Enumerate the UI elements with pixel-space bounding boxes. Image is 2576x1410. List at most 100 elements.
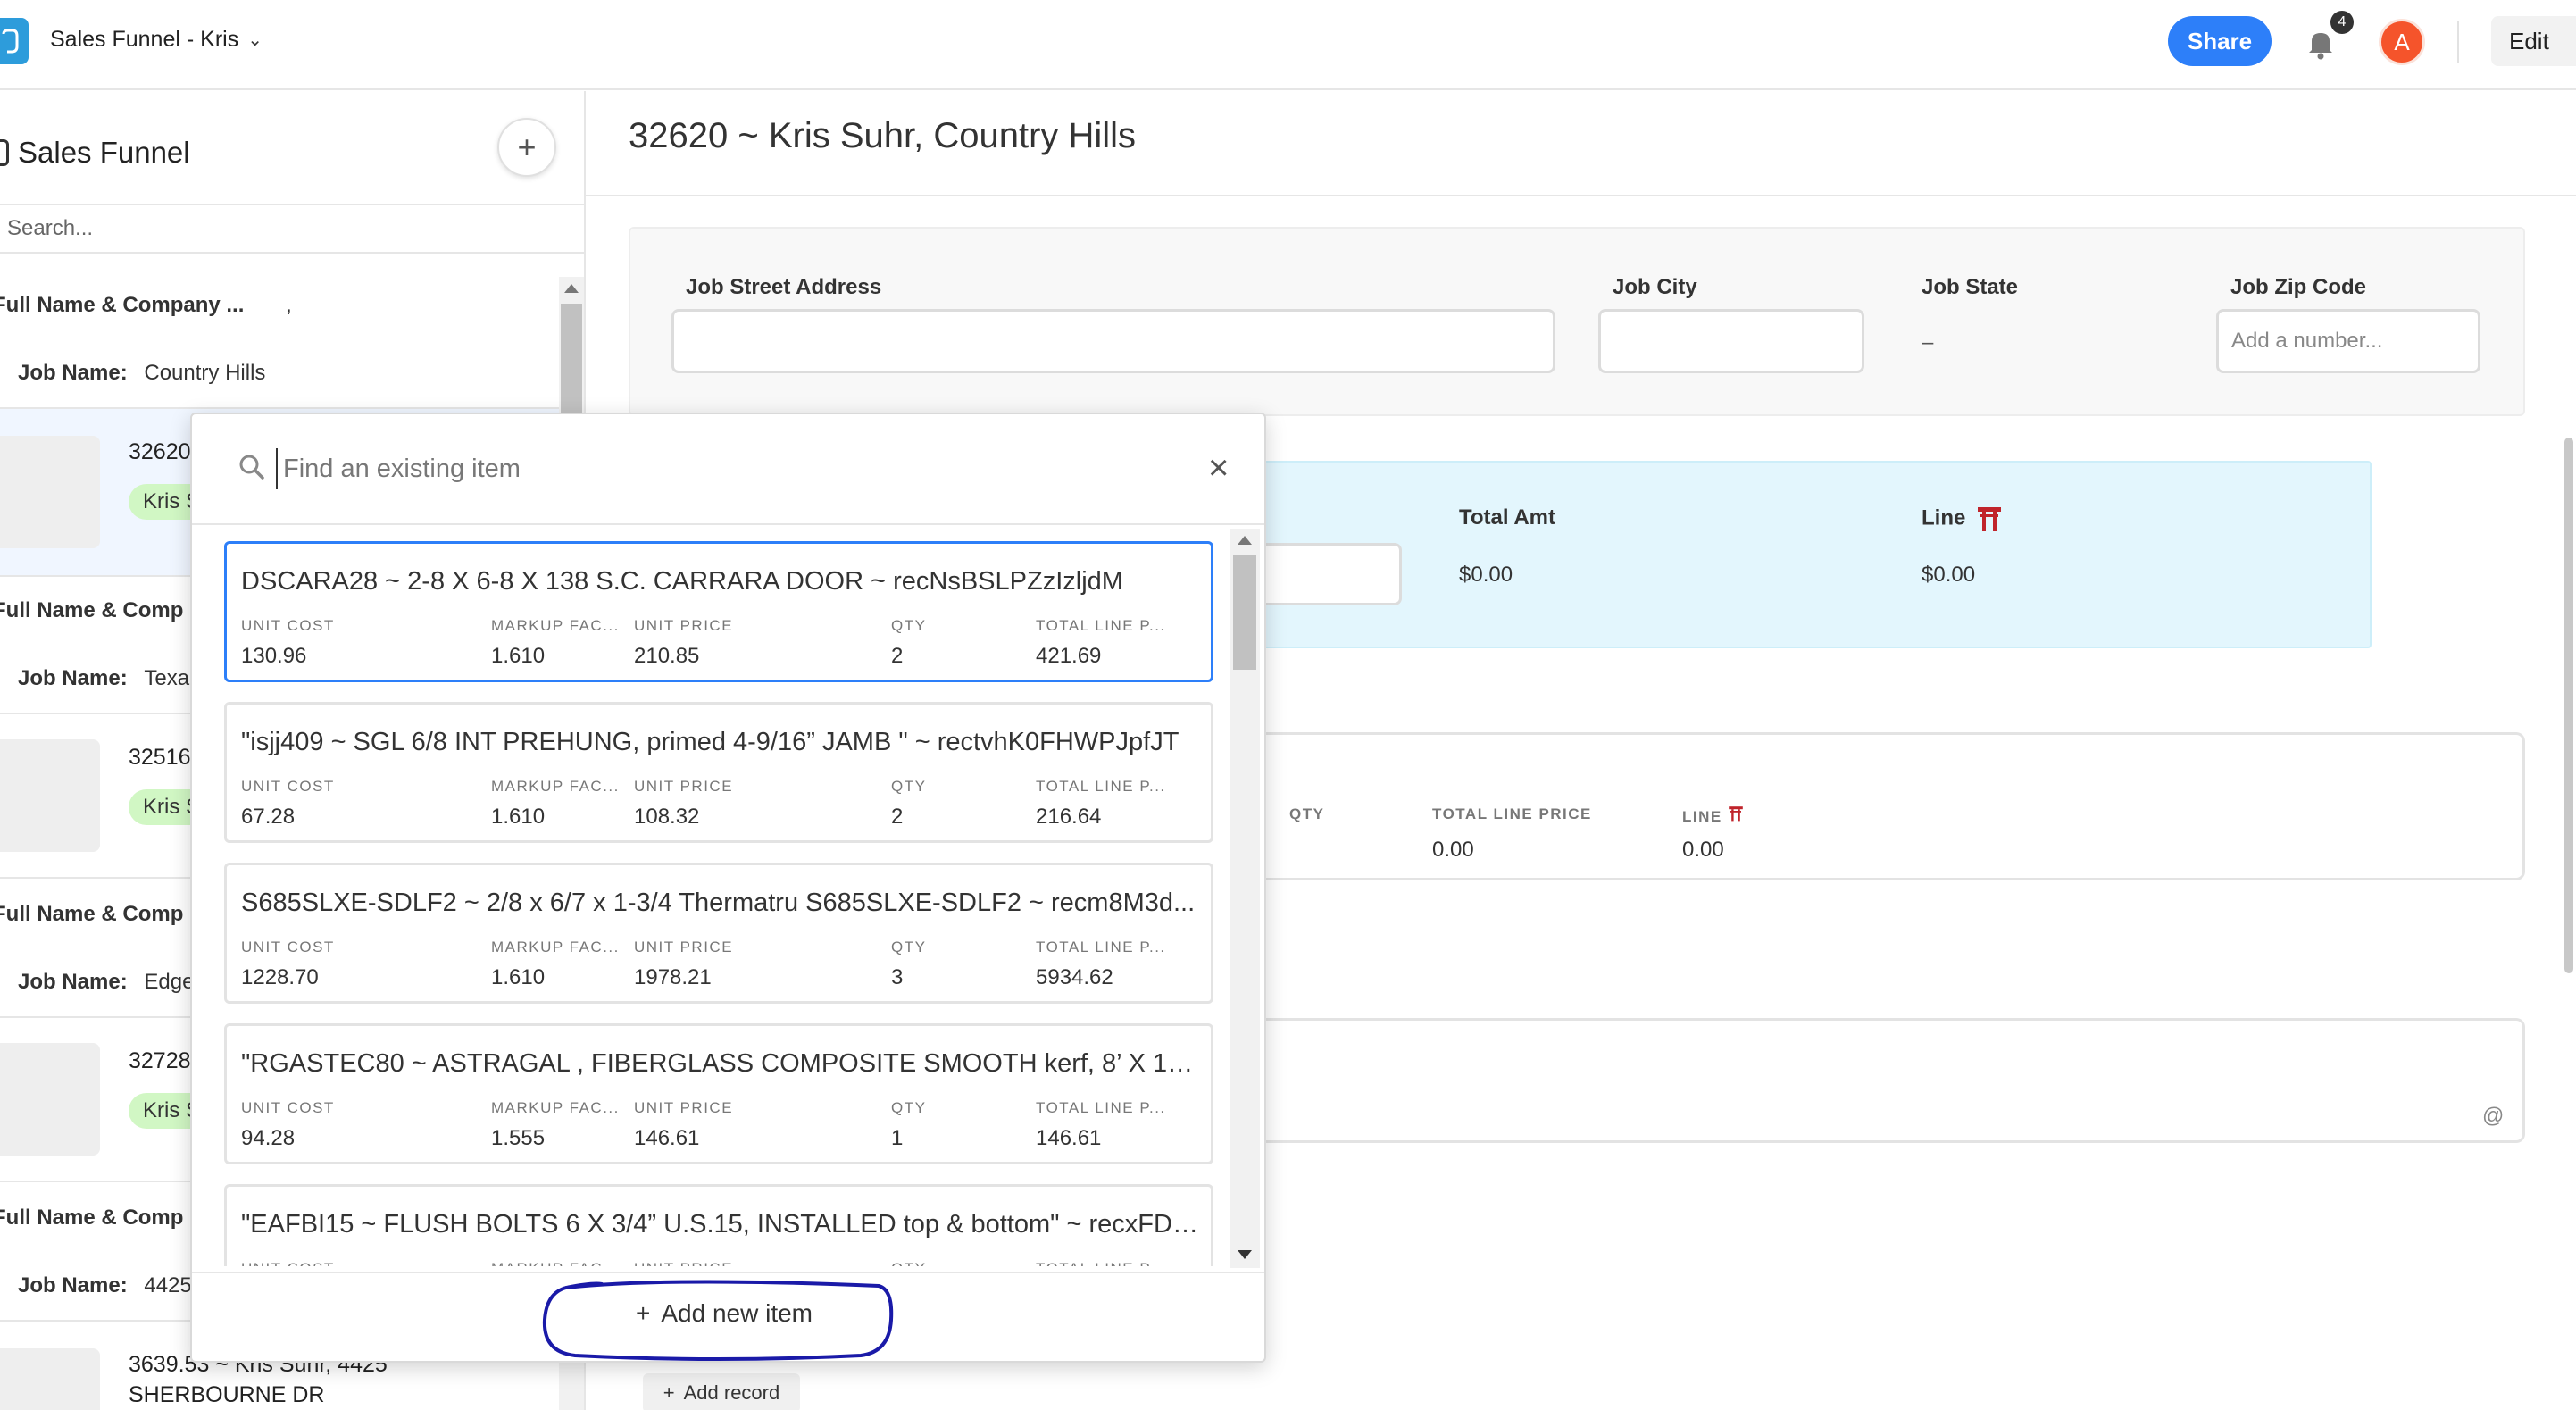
scroll-up-icon[interactable] (1238, 536, 1252, 545)
markup-factor-value: 1.555 (491, 1126, 546, 1150)
record-number: 32516 (129, 745, 191, 770)
unit-price-header: UNIT PRICE (634, 617, 734, 634)
app-logo-icon[interactable] (0, 18, 29, 64)
share-button[interactable]: Share (2168, 16, 2272, 66)
main-scrollbar[interactable] (2564, 438, 2573, 973)
unit-price-header: UNIT PRICE (634, 778, 734, 795)
item-title: "EAFBI15 ~ FLUSH BOLTS 6 X 3/4” U.S.15, … (241, 1210, 1202, 1239)
add-record-label: Add record (683, 1381, 780, 1404)
record-job-field[interactable]: Job Name: 4425 (18, 1273, 192, 1298)
page-icon (0, 139, 9, 166)
line-value: $0.00 (1922, 563, 1976, 587)
totals-section (1250, 461, 2372, 648)
user-avatar[interactable]: A (2379, 19, 2425, 65)
total-line-price-header: TOTAL LINE P... (1036, 1260, 1170, 1266)
field-label: Full Name & Comp (0, 902, 184, 926)
markup-factor-header: MARKUP FAC... (491, 1099, 620, 1116)
item-card[interactable]: S685SLXE-SDLF2 ~ 2/8 x 6/7 x 1-3/4 Therm… (224, 863, 1213, 1004)
job-street-label: Job Street Address (686, 275, 882, 299)
item-card[interactable]: DSCARA28 ~ 2-8 X 6-8 X 138 S.C. CARRARA … (224, 541, 1213, 682)
totals-input[interactable] (1250, 543, 1402, 605)
picker-search-bar: × (192, 414, 1264, 525)
job-street-input[interactable] (671, 309, 1555, 373)
total-line-price-header: TOTAL LINE P... (1036, 778, 1166, 795)
record-name-field[interactable]: Full Name & Comp (0, 902, 183, 927)
total-line-price-header: TOTAL LINE PRICE (1432, 805, 1592, 822)
item-card[interactable]: "EAFBI15 ~ FLUSH BOLTS 6 X 3/4” U.S.15, … (224, 1184, 1213, 1266)
picker-item-list: DSCARA28 ~ 2-8 X 6-8 X 138 S.C. CARRARA … (224, 541, 1213, 1266)
job-city-input[interactable] (1598, 309, 1864, 373)
unit-cost-header: UNIT COST (241, 939, 335, 955)
qty-value: 1 (891, 1126, 904, 1150)
notes-field[interactable] (1250, 1018, 2525, 1143)
add-record-button[interactable]: + Add record (643, 1373, 800, 1410)
item-title: "isjj409 ~ SGL 6/8 INT PREHUNG, primed 4… (241, 728, 1180, 756)
qty-header: QTY (1289, 805, 1325, 822)
base-name: Sales Funnel - Kris (50, 27, 239, 52)
total-line-price-value: 146.61 (1036, 1126, 1102, 1150)
line-header-text: LINE (1682, 808, 1722, 825)
chevron-down-icon: ⌄ (247, 30, 263, 50)
record-title: 32620 ~ Kris Suhr, Country Hills (629, 116, 1137, 155)
item-title: "RGASTEC80 ~ ASTRAGAL , FIBERGLASS COMPO… (241, 1049, 1202, 1078)
markup-factor-value: 1.610 (491, 805, 546, 829)
picker-scrollbar[interactable] (1230, 529, 1260, 1268)
close-icon[interactable]: × (1208, 448, 1229, 488)
field-value: 4425 (144, 1273, 192, 1297)
line-label-text: Line (1922, 505, 1966, 530)
record-name-field[interactable]: Full Name & Comp (0, 1206, 183, 1231)
record-name-line2: SHERBOURNE DR (129, 1382, 325, 1407)
job-zip-input[interactable]: Add a number... (2216, 309, 2480, 373)
item-card[interactable]: "isjj409 ~ SGL 6/8 INT PREHUNG, primed 4… (224, 702, 1213, 843)
unit-cost-header: UNIT COST (241, 778, 335, 795)
unit-price-value: 146.61 (634, 1126, 700, 1150)
record-thumbnail (0, 739, 100, 852)
divider (586, 195, 2576, 196)
total-amt-label: Total Amt (1459, 505, 1555, 530)
field-value: Country Hills (144, 361, 266, 385)
qty-value: 2 (891, 644, 904, 668)
item-title: DSCARA28 ~ 2-8 X 6-8 X 138 S.C. CARRARA … (241, 567, 1123, 596)
record-job-field[interactable]: Job Name: Texa (18, 666, 189, 691)
mention-icon[interactable]: @ (2482, 1104, 2504, 1129)
total-line-price-value: 421.69 (1036, 644, 1102, 668)
markup-factor-value: 1.610 (491, 644, 546, 668)
qty-header: QTY (891, 778, 927, 795)
unit-cost-header: UNIT COST (241, 617, 335, 634)
line-value: 0.00 (1682, 838, 1724, 862)
record-job-field[interactable]: Job Name: Country Hills (18, 361, 265, 386)
job-state-value[interactable]: – (1922, 330, 1933, 355)
scroll-down-icon[interactable] (1238, 1250, 1252, 1259)
scrollbar-thumb[interactable] (1233, 555, 1256, 670)
field-label: Full Name & Company ... (0, 293, 245, 317)
markup-factor-value: 1.610 (491, 965, 546, 989)
record-number: 32728 (129, 1048, 191, 1073)
field-value: Texa (144, 666, 190, 690)
qty-header: QTY (891, 1099, 927, 1116)
record-number: 32620 (129, 439, 191, 464)
qty-header: QTY (891, 939, 927, 955)
scroll-up-icon[interactable] (564, 284, 579, 293)
annotation-circle (542, 1280, 894, 1361)
total-line-price-header: TOTAL LINE P... (1036, 939, 1166, 955)
unit-cost-value: 94.28 (241, 1126, 296, 1150)
job-state-label: Job State (1922, 275, 2019, 299)
edit-button[interactable]: Edit (2491, 16, 2576, 66)
sidebar-title-text: Sales Funnel (18, 136, 190, 169)
record-name-field[interactable]: Full Name & Comp (0, 598, 183, 623)
markup-factor-header: MARKUP FAC... (491, 939, 620, 955)
find-item-input[interactable] (276, 448, 1080, 489)
field-label: Job Name: (18, 666, 128, 690)
sidebar-search-input[interactable]: Search... (0, 204, 584, 254)
total-amt-value: $0.00 (1459, 563, 1513, 587)
total-line-price-value: 0.00 (1432, 838, 1474, 862)
qty-header: QTY (891, 617, 927, 634)
add-record-plus-button[interactable]: + (497, 118, 556, 177)
base-name-dropdown[interactable]: Sales Funnel - Kris ⌄ (50, 27, 263, 53)
record-job-field[interactable]: Job Name: Edge (18, 970, 194, 995)
unit-price-header: UNIT PRICE (634, 1099, 734, 1116)
item-card[interactable]: "RGASTEC80 ~ ASTRAGAL , FIBERGLASS COMPO… (224, 1023, 1213, 1164)
record-name-field[interactable]: Full Name & Company ... , (0, 293, 292, 318)
record-thumbnail (0, 1348, 100, 1410)
field-value: , (286, 293, 292, 317)
